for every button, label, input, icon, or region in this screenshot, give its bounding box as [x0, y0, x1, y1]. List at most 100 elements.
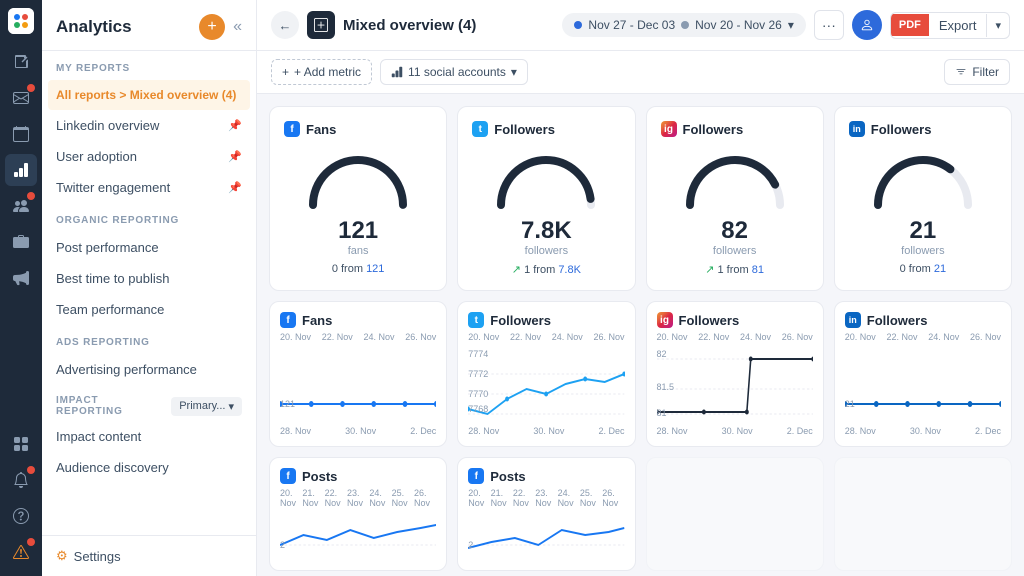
ig-followers-chart-card: ig Followers 20. Nov22. Nov24. Nov26. No…: [646, 301, 824, 447]
ads-reporting-label: Ads Reporting: [42, 325, 256, 354]
tw-followers-chart-title: Followers: [490, 313, 551, 328]
date-range-picker[interactable]: Nov 27 - Dec 03 Nov 20 - Nov 26 ▾: [562, 13, 805, 37]
impact-reporting-label: Impact Reporting: [56, 395, 163, 417]
ig-chart-icon: ig: [657, 312, 673, 328]
grid-icon[interactable]: [5, 428, 37, 460]
main-area: ← Mixed overview (4) Nov 27 - Dec 03 Nov…: [257, 0, 1024, 576]
compose-icon[interactable]: [5, 46, 37, 78]
briefcase-icon[interactable]: [5, 226, 37, 258]
fb-fans-gauge: 121 fans 0 from 121: [284, 145, 432, 276]
sidebar-item-user-adoption[interactable]: User adoption 📌: [42, 141, 256, 172]
sidebar-item-impact-content[interactable]: Impact content: [42, 421, 256, 452]
tw-y-label-4: 7768: [468, 404, 488, 414]
people-icon[interactable]: [5, 190, 37, 222]
sidebar-item-linkedin-overview[interactable]: Linkedin overview 📌: [42, 110, 256, 141]
li-followers-header: in Followers: [849, 121, 997, 137]
report-icon: [307, 11, 335, 39]
tw-followers-title: Followers: [494, 122, 555, 137]
tw-followers-gauge-svg: [491, 145, 601, 215]
fb-fans-unit: fans: [348, 245, 369, 257]
topbar: ← Mixed overview (4) Nov 27 - Dec 03 Nov…: [257, 0, 1024, 51]
sidebar-item-twitter-engagement[interactable]: Twitter engagement 📌: [42, 172, 256, 203]
li-followers-gauge-svg: [868, 145, 978, 215]
calendar-icon[interactable]: [5, 118, 37, 150]
facebook-icon: f: [284, 121, 300, 137]
fb-posts-2-chart: 2: [468, 510, 624, 560]
organic-reporting-label: Organic Reporting: [42, 203, 256, 232]
sidebar-item-mixed-overview[interactable]: All reports > Mixed overview (4): [48, 80, 250, 110]
ig-y-label-3: 81: [657, 408, 667, 418]
people-badge: [27, 192, 35, 200]
tw-chart-x-labels-top: 20. Nov22. Nov24. Nov26. Nov: [468, 332, 624, 342]
fb-posts-2-header: f Posts: [468, 468, 624, 484]
fb-y-label: 121: [280, 399, 295, 409]
sidebar-header: Analytics + «: [42, 0, 256, 51]
li-followers-unit: followers: [901, 245, 944, 257]
li-followers-chart-header: in Followers: [845, 312, 1001, 328]
tw-followers-chart-header: t Followers: [468, 312, 624, 328]
tw-followers-chart-area: 7774 7772 7770 7768: [468, 344, 624, 424]
ig-chart-x-labels-top: 20. Nov22. Nov24. Nov26. Nov: [657, 332, 813, 342]
tw-followers-change: ↗ 1 from 7.8K: [512, 263, 581, 276]
pin-icon-user-adoption: 📌: [228, 150, 242, 163]
fb-chart-icon: f: [280, 312, 296, 328]
pin-icon-twitter: 📌: [228, 181, 242, 194]
fb-chart-x-labels-top: 20. Nov22. Nov24. Nov26. Nov: [280, 332, 436, 342]
li-followers-title: Followers: [871, 122, 932, 137]
inbox-icon[interactable]: [5, 82, 37, 114]
date-dot-primary: [574, 21, 582, 29]
toolbar: + + Add metric 11 social accounts ▾ Filt…: [257, 51, 1024, 94]
more-options-button[interactable]: ···: [814, 10, 844, 40]
sidebar-collapse-button[interactable]: «: [233, 18, 242, 36]
filter-button[interactable]: Filter: [944, 59, 1010, 85]
analytics-icon[interactable]: [5, 154, 37, 186]
pin-icon-linkedin: 📌: [228, 119, 242, 132]
app-logo[interactable]: [8, 8, 34, 34]
sidebar-item-audience-discovery[interactable]: Audience discovery: [42, 452, 256, 483]
topbar-title: Mixed overview (4): [343, 17, 554, 34]
li-chart-x-labels-bottom: 28. Nov30. Nov2. Dec: [845, 426, 1001, 436]
my-reports-section-label: My Reports: [42, 51, 256, 80]
tw-chart-icon: t: [468, 312, 484, 328]
warning-icon[interactable]: [5, 536, 37, 568]
sidebar-item-post-performance[interactable]: Post performance: [42, 232, 256, 263]
sidebar-item-team-performance[interactable]: Team performance: [42, 294, 256, 325]
li-chart-x-labels-top: 20. Nov22. Nov24. Nov26. Nov: [845, 332, 1001, 342]
sidebar-item-advertising[interactable]: Advertising performance: [42, 354, 256, 385]
add-metric-button[interactable]: + + Add metric: [271, 59, 372, 85]
export-text: Export: [929, 13, 987, 38]
ig-chart-x-labels-bottom: 28. Nov30. Nov2. Dec: [657, 426, 813, 436]
impact-dropdown[interactable]: Primary... ▾: [171, 397, 242, 416]
ig-y-label-2: 81.5: [657, 382, 675, 392]
fb-fans-chart-title: Fans: [302, 313, 332, 328]
fb-fans-line-chart: [280, 344, 436, 424]
ig-followers-value: 82: [721, 217, 748, 245]
export-dropdown-arrow[interactable]: ▾: [986, 14, 1009, 37]
li-chart-icon: in: [845, 312, 861, 328]
warning-badge: [27, 538, 35, 546]
fb-fans-gauge-svg: [303, 145, 413, 215]
export-button[interactable]: PDF Export ▾: [890, 12, 1010, 39]
settings-link[interactable]: ⚙ Settings: [42, 535, 256, 576]
fb-fans-chart-header: f Fans: [280, 312, 436, 328]
fb-posts-2-svg: [468, 510, 624, 560]
help-icon[interactable]: [5, 500, 37, 532]
bar-chart-icon: [391, 66, 403, 78]
fb-posts-card-2: f Posts 20. Nov21. Nov22. Nov23. Nov24. …: [457, 457, 635, 571]
new-report-button[interactable]: +: [199, 14, 225, 40]
social-accounts-button[interactable]: 11 social accounts ▾: [380, 59, 528, 85]
fb-posts-icon-2: f: [468, 468, 484, 484]
li-followers-change: 0 from 21: [900, 263, 946, 275]
back-button[interactable]: ←: [271, 11, 299, 39]
li-followers-chart-card: in Followers 20. Nov22. Nov24. Nov26. No…: [834, 301, 1012, 447]
sidebar-item-best-time[interactable]: Best time to publish: [42, 263, 256, 294]
user-avatar[interactable]: [852, 10, 882, 40]
placeholder-card-2: [834, 457, 1012, 571]
bell-icon[interactable]: [5, 464, 37, 496]
fb-posts-1-y-label: 2: [280, 540, 285, 550]
sidebar-title: Analytics: [56, 17, 132, 37]
linkedin-icon: in: [849, 121, 865, 137]
ig-followers-line-chart: [657, 344, 813, 424]
campaigns-icon[interactable]: [5, 262, 37, 294]
ig-followers-gauge-svg: [680, 145, 790, 215]
